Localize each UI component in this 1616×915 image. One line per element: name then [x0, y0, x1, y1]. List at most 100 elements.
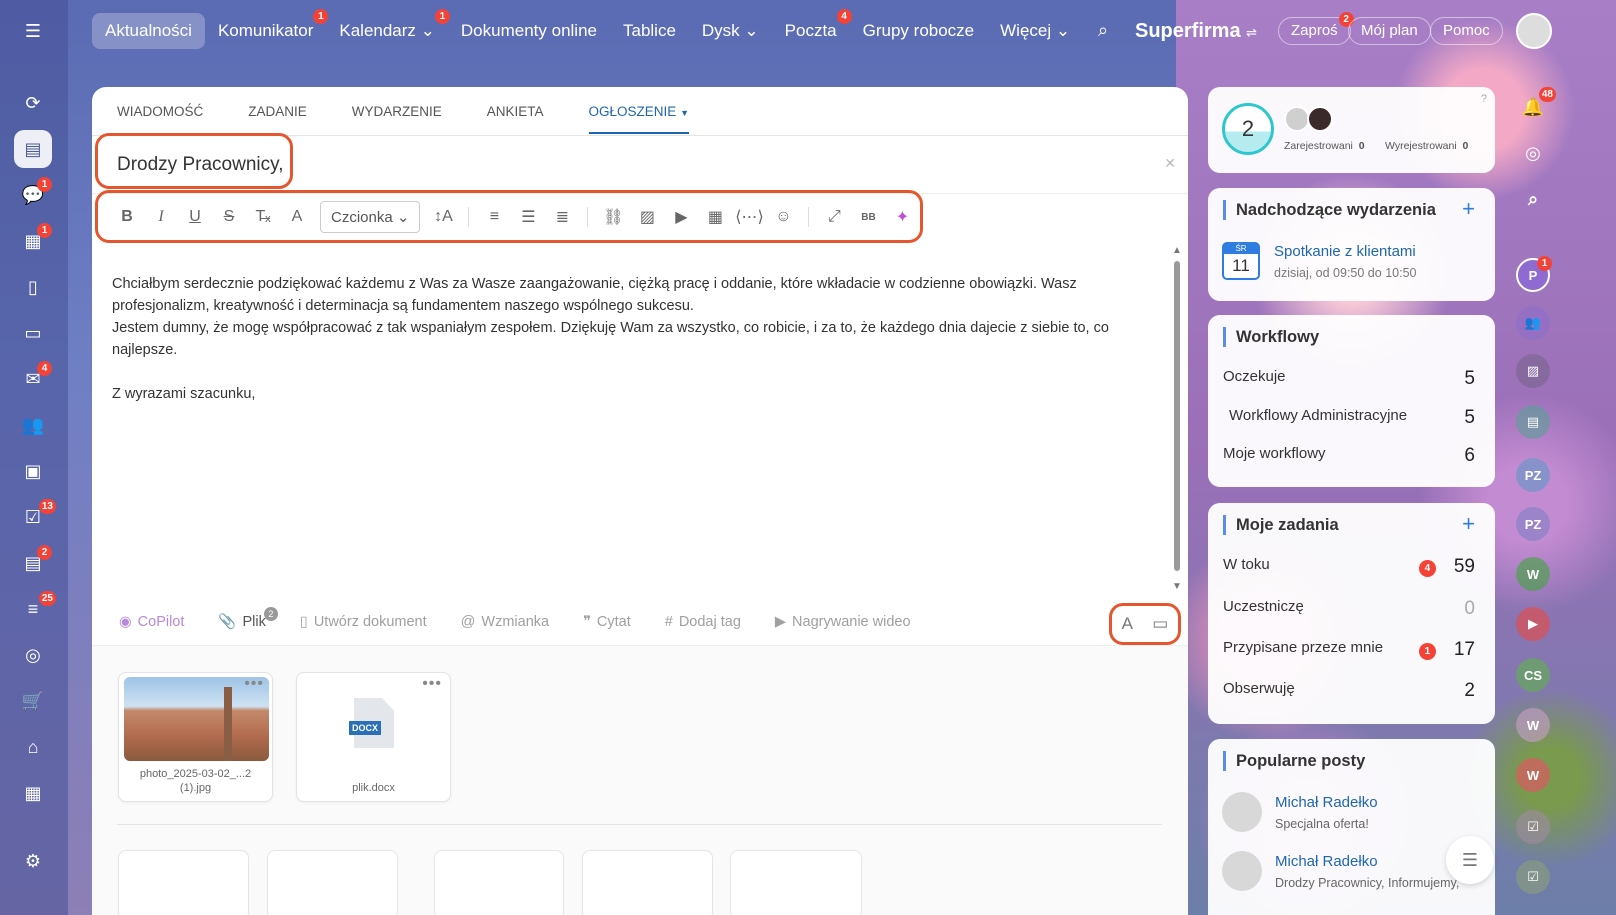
numbered-list-icon[interactable]: ≡: [477, 208, 511, 226]
user-avatar-w[interactable]: W: [1516, 708, 1550, 742]
strikethrough-icon[interactable]: S: [212, 208, 246, 226]
post-text[interactable]: Specjalna oferta!: [1275, 817, 1369, 831]
search-icon[interactable]: ⌕: [1098, 20, 1108, 41]
tasks-icon[interactable]: ☑ 13: [14, 498, 56, 536]
more-icon[interactable]: •••: [422, 675, 442, 693]
scroll-down-icon[interactable]: ▼: [1172, 581, 1182, 592]
copilot-button[interactable]: ◉ CoPilot: [119, 614, 184, 630]
checklist-icon[interactable]: ☑: [1516, 860, 1550, 894]
nav-poczta[interactable]: Poczta 4: [772, 9, 852, 49]
post-text[interactable]: Drodzy Pracownicy, Informujemy,: [1275, 876, 1459, 890]
attachment-docx[interactable]: DOCX ••• plik.docx: [296, 672, 451, 802]
nav-tablice[interactable]: Tablice: [610, 13, 689, 49]
automation-icon[interactable]: ⟳: [14, 84, 52, 122]
avatar[interactable]: [1307, 106, 1333, 132]
groups-icon[interactable]: 👥: [14, 406, 52, 444]
video-icon[interactable]: ▶: [664, 207, 698, 227]
gear-icon[interactable]: ⚙: [14, 842, 52, 880]
video-record-button[interactable]: ▶ Nagrywanie wideo: [775, 614, 911, 630]
scrollbar[interactable]: ▲ ▼: [1172, 245, 1182, 597]
font-select[interactable]: Czcionka ⌄: [320, 201, 421, 233]
add-tag-button[interactable]: # Dodaj tag: [665, 614, 741, 630]
help-icon[interactable]: ?: [1481, 93, 1487, 105]
user-avatar-p[interactable]: P 1: [1516, 256, 1552, 292]
brand-title[interactable]: Superfirma ⇌: [1135, 20, 1257, 43]
search-chat-icon[interactable]: ⌕: [1516, 182, 1550, 216]
feed-icon[interactable]: ▤: [14, 130, 52, 168]
checklist-icon[interactable]: ☑: [1516, 810, 1550, 844]
event-title[interactable]: Spotkanie z klientami: [1274, 243, 1416, 260]
image-icon[interactable]: ▨: [630, 207, 664, 227]
code-icon[interactable]: ⟨⋯⟩: [732, 207, 766, 227]
group-icon[interactable]: 👥: [1516, 306, 1550, 340]
emoji-icon[interactable]: ☺: [766, 208, 800, 226]
schedule-icon[interactable]: ▦: [14, 774, 52, 812]
post-author[interactable]: Michał Radełko: [1275, 794, 1378, 811]
bold-icon[interactable]: B: [110, 208, 144, 226]
target-icon[interactable]: ◎: [14, 636, 52, 674]
workflow-row[interactable]: Moje workflowy 6: [1223, 445, 1475, 467]
invite-button[interactable]: Zaproś 2: [1278, 12, 1354, 45]
plan-button[interactable]: Mój plan: [1348, 17, 1431, 45]
text-format-icon[interactable]: A: [1122, 614, 1133, 634]
tab-wiadomosc[interactable]: Wiadomość: [117, 104, 203, 134]
nav-grupy[interactable]: Grupy robocze: [850, 13, 988, 49]
task-row[interactable]: W toku 4 59: [1223, 556, 1475, 578]
post-body[interactable]: Chciałbym serdecznie podziękować każdemu…: [112, 273, 1162, 405]
user-avatar[interactable]: [1516, 13, 1552, 49]
attachment-photo[interactable]: ••• photo_2025-03-02_...2 (1).jpg: [118, 672, 273, 802]
avatar[interactable]: [1222, 792, 1262, 832]
user-avatar-pz[interactable]: PZ: [1516, 507, 1550, 541]
online-count[interactable]: 2: [1222, 103, 1274, 155]
list-menu-icon[interactable]: ☰: [1446, 836, 1494, 884]
table-icon[interactable]: ▦: [698, 207, 732, 227]
filter-icon[interactable]: ≡ 25: [14, 590, 56, 628]
nav-kalendarz[interactable]: Kalendarz ⌄ 1: [326, 9, 450, 49]
scroll-up-icon[interactable]: ▲: [1172, 245, 1182, 256]
clear-format-icon[interactable]: T̶ₓ: [246, 208, 280, 226]
close-icon[interactable]: ✕: [1164, 155, 1176, 172]
align-icon[interactable]: ≣: [545, 207, 579, 227]
add-task-icon[interactable]: +: [1462, 511, 1475, 537]
document-icon[interactable]: ▯: [14, 268, 52, 306]
create-document-button[interactable]: ▯ Utwórz dokument: [300, 614, 427, 630]
board-icon[interactable]: ▣: [14, 452, 52, 490]
user-avatar-w[interactable]: W: [1516, 758, 1550, 792]
task-row[interactable]: Przypisane przeze mnie 1 17: [1223, 639, 1475, 661]
ai-image-icon[interactable]: ✦: [885, 207, 919, 227]
nav-komunikator[interactable]: Komunikator 1: [205, 9, 329, 49]
help-button[interactable]: Pomoc: [1430, 17, 1503, 45]
group-avatar[interactable]: ▨: [1516, 354, 1550, 388]
scroll-thumb[interactable]: [1174, 261, 1180, 571]
bullet-list-icon[interactable]: ☰: [511, 207, 545, 227]
file-button[interactable]: 📎 Plik 2: [218, 607, 278, 630]
link-icon[interactable]: ⛓: [596, 207, 630, 227]
tab-ogloszenie[interactable]: Ogłoszenie ▼: [588, 104, 690, 134]
user-avatar-pz[interactable]: PZ: [1516, 458, 1550, 492]
post-author[interactable]: Michał Radełko: [1275, 853, 1378, 870]
calendar-icon[interactable]: ▦ 1: [14, 222, 52, 260]
tab-ankieta[interactable]: Ankieta: [487, 104, 544, 134]
italic-icon[interactable]: I: [144, 208, 178, 226]
mail-icon[interactable]: ✉ 4: [14, 360, 52, 398]
video-icon[interactable]: ▶: [1516, 607, 1550, 641]
chat-icon[interactable]: 💬 1: [14, 176, 52, 214]
fullscreen-icon[interactable]: ⤢: [817, 208, 851, 226]
drive-icon[interactable]: ▭: [14, 314, 52, 352]
add-event-icon[interactable]: +: [1462, 196, 1475, 222]
task-row[interactable]: Obserwuję 2: [1223, 680, 1475, 702]
nav-aktualnosci[interactable]: Aktualności: [92, 13, 205, 49]
chat-group-icon[interactable]: ▤: [1516, 405, 1550, 439]
title-input[interactable]: Drodzy Pracownicy,: [117, 154, 283, 176]
font-size-icon[interactable]: ↕A: [426, 208, 460, 226]
panel-toggle-icon[interactable]: ▭: [1152, 614, 1168, 634]
bank-icon[interactable]: ⌂: [14, 728, 52, 766]
quote-button[interactable]: ❞ Cytat: [583, 614, 631, 630]
underline-icon[interactable]: U: [178, 208, 212, 226]
bell-icon[interactable]: 🔔 48: [1516, 87, 1556, 124]
task-row[interactable]: Uczestniczę 0: [1223, 598, 1475, 620]
text-color-icon[interactable]: A: [280, 208, 314, 226]
workflow-row[interactable]: Oczekuje 5: [1223, 368, 1475, 390]
tab-zadanie[interactable]: Zadanie: [248, 104, 307, 134]
tab-wydarzenie[interactable]: Wydarzenie: [352, 104, 442, 134]
